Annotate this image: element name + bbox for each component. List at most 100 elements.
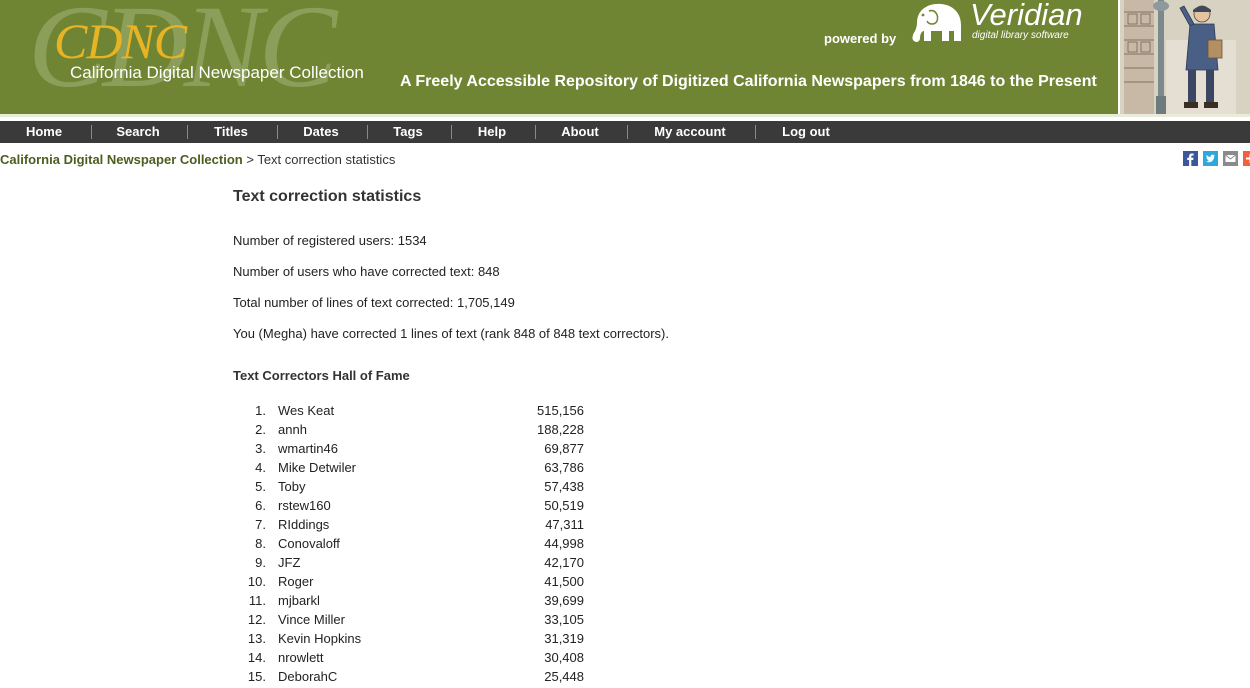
hall-of-fame-rank: 8. [255, 536, 266, 551]
hall-of-fame-count: 515,156 [537, 403, 584, 418]
hall-of-fame-rank: 10. [247, 574, 266, 589]
hall-of-fame-name: Vince Miller [278, 612, 345, 627]
facebook-icon[interactable] [1183, 151, 1198, 166]
hall-of-fame-count: 50,519 [544, 498, 584, 513]
hall-of-fame-rank: 12. [247, 612, 266, 627]
hall-of-fame-name: annh [278, 422, 307, 437]
stat-user-rank: You (Megha) have corrected 1 lines of te… [233, 326, 669, 341]
hall-of-fame-rank: 2. [255, 422, 266, 437]
breadcrumb-current: Text correction statistics [257, 152, 396, 167]
hall-of-fame-name: Conovaloff [278, 536, 340, 551]
hall-of-fame-rank: 9. [255, 555, 266, 570]
hall-of-fame-row: 6. rstew160 50,519 [233, 498, 593, 517]
site-name[interactable]: California Digital Newspaper Collection [70, 63, 364, 83]
breadcrumb-home-link[interactable]: California Digital Newspaper Collection [0, 152, 243, 167]
banner-divider [0, 114, 1250, 117]
page-title: Text correction statistics [233, 188, 422, 205]
hall-of-fame-heading: Text Correctors Hall of Fame [233, 368, 410, 383]
nav-dates[interactable]: Dates [279, 121, 363, 143]
hall-of-fame-row: 8. Conovaloff 44,998 [233, 536, 593, 555]
hall-of-fame-rank: 11. [248, 593, 266, 608]
hall-of-fame-count: 31,319 [544, 631, 584, 646]
hall-of-fame-count: 30,408 [544, 650, 584, 665]
veridian-subtitle: digital library software [972, 30, 1069, 41]
hall-of-fame-count: 188,228 [537, 422, 584, 437]
hall-of-fame-rank: 6. [255, 498, 266, 513]
site-banner: CDNC CDNC California Digital Newspaper C… [0, 0, 1250, 117]
newsboy-illustration [1118, 0, 1250, 114]
nav-log-out[interactable]: Log out [757, 121, 855, 143]
breadcrumb-separator: > [246, 152, 254, 167]
nav-separator [277, 125, 278, 139]
hall-of-fame-count: 42,170 [544, 555, 584, 570]
hall-of-fame-row: 13. Kevin Hopkins 31,319 [233, 631, 593, 650]
nav-tags[interactable]: Tags [369, 121, 447, 143]
hall-of-fame-name: Kevin Hopkins [278, 631, 362, 646]
hall-of-fame-name: mjbarkl [278, 593, 320, 608]
hall-of-fame-name: Mike Detwiler [278, 460, 357, 475]
hall-of-fame-name: JFZ [278, 555, 301, 570]
nav-separator [627, 125, 628, 139]
hall-of-fame-name: RIddings [278, 517, 330, 532]
nav-separator [755, 125, 756, 139]
stat-registered-users: Number of registered users: 1534 [233, 233, 427, 248]
hall-of-fame-count: 39,699 [544, 593, 584, 608]
nav-separator [91, 125, 92, 139]
hall-of-fame-name: nrowlett [278, 650, 324, 665]
hall-of-fame-count: 47,311 [545, 517, 584, 532]
more-icon[interactable] [1243, 151, 1250, 166]
nav-my-account[interactable]: My account [629, 121, 751, 143]
nav-separator [187, 125, 188, 139]
stat-users-corrected: Number of users who have corrected text:… [233, 264, 500, 279]
hall-of-fame-rank: 7. [255, 517, 266, 532]
hall-of-fame-count: 63,786 [544, 460, 584, 475]
breadcrumb: California Digital Newspaper Collection … [0, 152, 395, 167]
twitter-icon[interactable] [1203, 151, 1218, 166]
hall-of-fame-name: Roger [278, 574, 314, 589]
hall-of-fame-rank: 4. [255, 460, 266, 475]
hall-of-fame-name: Wes Keat [278, 403, 335, 418]
email-icon[interactable] [1223, 151, 1238, 166]
hall-of-fame-count: 41,500 [544, 574, 584, 589]
hall-of-fame-row: 15. DeborahC 25,448 [233, 669, 593, 688]
stat-total-lines: Total number of lines of text corrected:… [233, 295, 515, 310]
nav-separator [535, 125, 536, 139]
hall-of-fame-count: 44,998 [544, 536, 584, 551]
hall-of-fame-name: rstew160 [278, 498, 331, 513]
hall-of-fame-rank: 14. [247, 650, 266, 665]
veridian-logo-text[interactable]: Veridian [970, 0, 1083, 30]
nav-help[interactable]: Help [453, 121, 531, 143]
hall-of-fame-count: 57,438 [544, 479, 584, 494]
hall-of-fame-row: 12. Vince Miller 33,105 [233, 612, 593, 631]
nav-separator [451, 125, 452, 139]
nav-search[interactable]: Search [93, 121, 183, 143]
hall-of-fame-row: 2. annh 188,228 [233, 422, 593, 441]
hall-of-fame-row: 5. Toby 57,438 [233, 479, 593, 498]
hall-of-fame-rank: 1. [255, 403, 266, 418]
nav-titles[interactable]: Titles [189, 121, 273, 143]
nav-about[interactable]: About [537, 121, 623, 143]
hall-of-fame-count: 69,877 [544, 441, 584, 456]
hall-of-fame-row: 1. Wes Keat 515,156 [233, 403, 593, 422]
elephant-icon[interactable] [907, 1, 965, 45]
logo-text[interactable]: CDNC [54, 16, 187, 66]
hall-of-fame-count: 25,448 [544, 669, 584, 684]
nav-home[interactable]: Home [0, 121, 88, 143]
main-nav: Home Search Titles Dates Tags Help About… [0, 121, 1250, 143]
hall-of-fame-rank: 5. [255, 479, 266, 494]
hall-of-fame-rank: 3. [255, 441, 266, 456]
hall-of-fame-rank: 13. [247, 631, 266, 646]
hall-of-fame-row: 14. nrowlett 30,408 [233, 650, 593, 669]
hall-of-fame-name: wmartin46 [278, 441, 338, 456]
hall-of-fame-row: 9. JFZ 42,170 [233, 555, 593, 574]
hall-of-fame-count: 33,105 [544, 612, 584, 627]
hall-of-fame-row: 7. RIddings 47,311 [233, 517, 593, 536]
hall-of-fame-row: 11. mjbarkl 39,699 [233, 593, 593, 612]
hall-of-fame-rank: 15. [247, 669, 266, 684]
hall-of-fame-row: 4. Mike Detwiler 63,786 [233, 460, 593, 479]
powered-by-label: powered by [824, 31, 897, 46]
hall-of-fame-row: 10. Roger 41,500 [233, 574, 593, 593]
tagline: A Freely Accessible Repository of Digiti… [400, 73, 1097, 90]
hall-of-fame-row: 3. wmartin46 69,877 [233, 441, 593, 460]
hall-of-fame-name: DeborahC [278, 669, 338, 684]
